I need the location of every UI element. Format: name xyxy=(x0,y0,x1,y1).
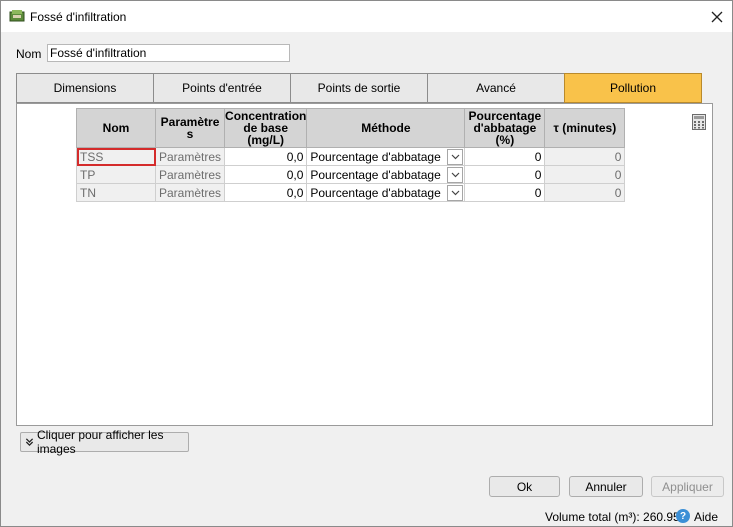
cell-tau: 0 xyxy=(544,147,626,166)
table-row: TP Paramètres 0,0 Pourcentage d'abbatage… xyxy=(76,165,626,184)
methode-value: Pourcentage d'abbatage xyxy=(310,149,441,164)
header-pourcentage: Pourcentage d'abbatage (%) xyxy=(464,108,546,148)
cell-concentration[interactable]: 0,0 xyxy=(224,165,308,184)
show-images-button[interactable]: Cliquer pour afficher les images xyxy=(20,428,189,456)
methode-dropdown-button[interactable] xyxy=(447,167,464,183)
tab-points-sortie[interactable]: Points de sortie xyxy=(290,73,428,103)
header-nom: Nom xyxy=(76,108,156,148)
cell-pourcentage[interactable]: 0 xyxy=(464,165,546,184)
cell-concentration[interactable]: 0,0 xyxy=(224,183,308,202)
header-tau: τ (minutes) xyxy=(544,108,626,148)
methode-value: Pourcentage d'abbatage xyxy=(310,167,441,182)
cell-nom[interactable]: TN xyxy=(76,183,156,202)
cell-methode[interactable]: Pourcentage d'abbatage xyxy=(306,165,466,184)
tab-points-entree[interactable]: Points d'entrée xyxy=(153,73,291,103)
tab-avance[interactable]: Avancé xyxy=(427,73,565,103)
tab-bar: Dimensions Points d'entrée Points de sor… xyxy=(16,73,713,103)
cell-parametres[interactable]: Paramètres xyxy=(154,183,226,202)
double-chevron-down-icon xyxy=(25,438,34,447)
cell-concentration[interactable]: 0,0 xyxy=(224,147,308,166)
pollution-table: Nom Paramètre s Concentration de base (m… xyxy=(76,108,626,202)
app-icon xyxy=(9,9,25,23)
help-icon[interactable]: ? xyxy=(676,509,690,523)
close-button[interactable] xyxy=(702,1,732,32)
header-concentration: Concentration de base (mg/L) xyxy=(224,108,308,148)
cell-nom[interactable]: TP xyxy=(76,165,156,184)
calculator-icon[interactable] xyxy=(692,114,706,130)
header-parametres: Paramètre s xyxy=(154,108,226,148)
dialog-window: Fossé d'infiltration Nom Dimensions Poin… xyxy=(0,0,733,527)
cell-pourcentage[interactable]: 0 xyxy=(464,183,546,202)
total-volume-status: Volume total (m³): 260.959 xyxy=(545,510,687,524)
cell-methode[interactable]: Pourcentage d'abbatage xyxy=(306,147,466,166)
chevron-down-icon xyxy=(451,190,460,196)
methode-value: Pourcentage d'abbatage xyxy=(310,185,441,200)
window-title: Fossé d'infiltration xyxy=(30,10,127,24)
help-link[interactable]: Aide xyxy=(694,510,718,524)
cell-tau: 0 xyxy=(544,165,626,184)
methode-dropdown-button[interactable] xyxy=(447,185,464,201)
ok-button[interactable]: Ok xyxy=(489,476,560,497)
pollution-panel: Nom Paramètre s Concentration de base (m… xyxy=(16,103,713,426)
name-label: Nom xyxy=(16,47,42,61)
cell-parametres[interactable]: Paramètres xyxy=(154,165,226,184)
cell-tau: 0 xyxy=(544,183,626,202)
apply-button[interactable]: Appliquer xyxy=(651,476,724,497)
header-methode: Méthode xyxy=(306,108,466,148)
cell-nom[interactable]: TSS xyxy=(76,147,156,166)
cancel-button[interactable]: Annuler xyxy=(569,476,643,497)
table-row: TN Paramètres 0,0 Pourcentage d'abbatage… xyxy=(76,183,626,202)
show-images-label: Cliquer pour afficher les images xyxy=(36,428,164,456)
methode-dropdown-button[interactable] xyxy=(447,149,464,165)
tab-dimensions[interactable]: Dimensions xyxy=(16,73,154,103)
close-icon xyxy=(711,11,723,22)
tab-pollution[interactable]: Pollution xyxy=(564,73,702,103)
name-input[interactable] xyxy=(47,44,290,62)
cell-methode[interactable]: Pourcentage d'abbatage xyxy=(306,183,466,202)
table-header-row: Nom Paramètre s Concentration de base (m… xyxy=(76,108,626,148)
table-row: TSS Paramètres 0,0 Pourcentage d'abbatag… xyxy=(76,147,626,166)
chevron-down-icon xyxy=(451,172,460,178)
cell-parametres[interactable]: Paramètres xyxy=(154,147,226,166)
cell-pourcentage[interactable]: 0 xyxy=(464,147,546,166)
chevron-down-icon xyxy=(451,154,460,160)
title-bar: Fossé d'infiltration xyxy=(1,1,732,32)
